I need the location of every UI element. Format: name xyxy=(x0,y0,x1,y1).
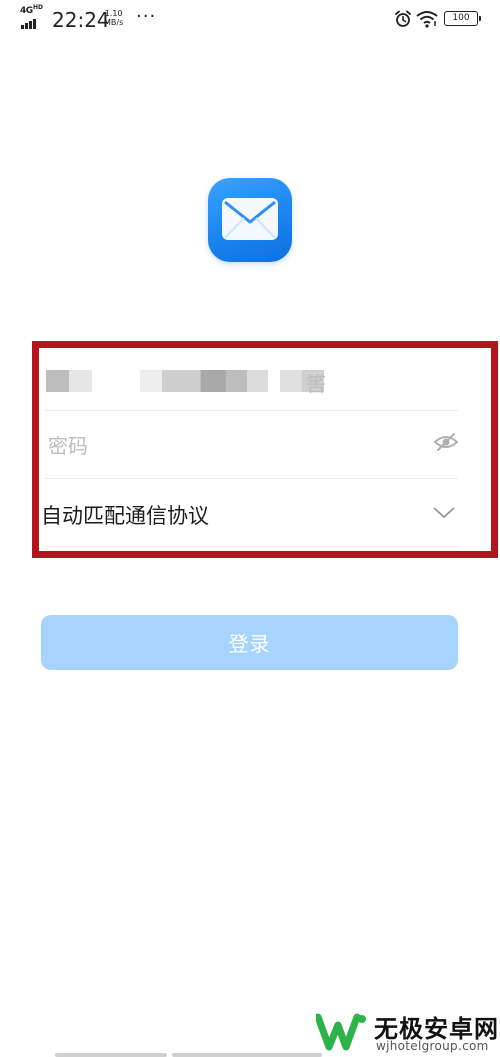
account-visible-char: 筈 xyxy=(306,372,326,396)
speed-value: 1.10 xyxy=(104,9,123,18)
watermark-subtitle: wjhotelgroup.com xyxy=(376,1039,489,1053)
protocol-select[interactable]: 自动匹配通信协议 xyxy=(41,488,458,538)
nav-bar-segment xyxy=(172,1053,322,1057)
wifi-icon xyxy=(416,11,438,28)
alarm-icon xyxy=(395,10,411,27)
signal-bars xyxy=(21,19,36,29)
blurred-text xyxy=(162,370,226,392)
more-notifications-icon: ··· xyxy=(136,6,157,27)
account-input[interactable]: 筈 xyxy=(44,360,458,404)
chevron-down-icon[interactable] xyxy=(432,502,456,522)
clock: 22:24 xyxy=(52,8,110,32)
network-type: 4G xyxy=(20,6,33,16)
network-sup: HD xyxy=(33,4,44,11)
blurred-text xyxy=(226,370,268,392)
password-placeholder: 密码 xyxy=(48,434,88,458)
divider xyxy=(44,546,458,547)
watermark: 无极安卓网 wjhotelgroup.com xyxy=(316,1005,500,1057)
divider xyxy=(44,410,458,411)
status-bar: 4G HD 22:24 1.10 MB/s ··· 100 xyxy=(0,0,500,40)
nav-bar-segment xyxy=(55,1053,167,1057)
battery-icon: 100 xyxy=(444,11,481,26)
login-button[interactable]: 登录 xyxy=(41,615,458,670)
divider xyxy=(44,478,458,479)
eye-off-icon[interactable] xyxy=(434,432,458,452)
password-input[interactable]: 密码 xyxy=(44,418,458,468)
watermark-logo xyxy=(316,1013,366,1051)
speed-unit: MB/s xyxy=(104,18,124,27)
mail-icon xyxy=(222,198,278,240)
protocol-label: 自动匹配通信协议 xyxy=(41,504,209,528)
network-speed: 1.10 MB/s xyxy=(104,9,123,27)
blurred-text xyxy=(46,370,92,392)
mail-app-logo xyxy=(208,178,292,262)
